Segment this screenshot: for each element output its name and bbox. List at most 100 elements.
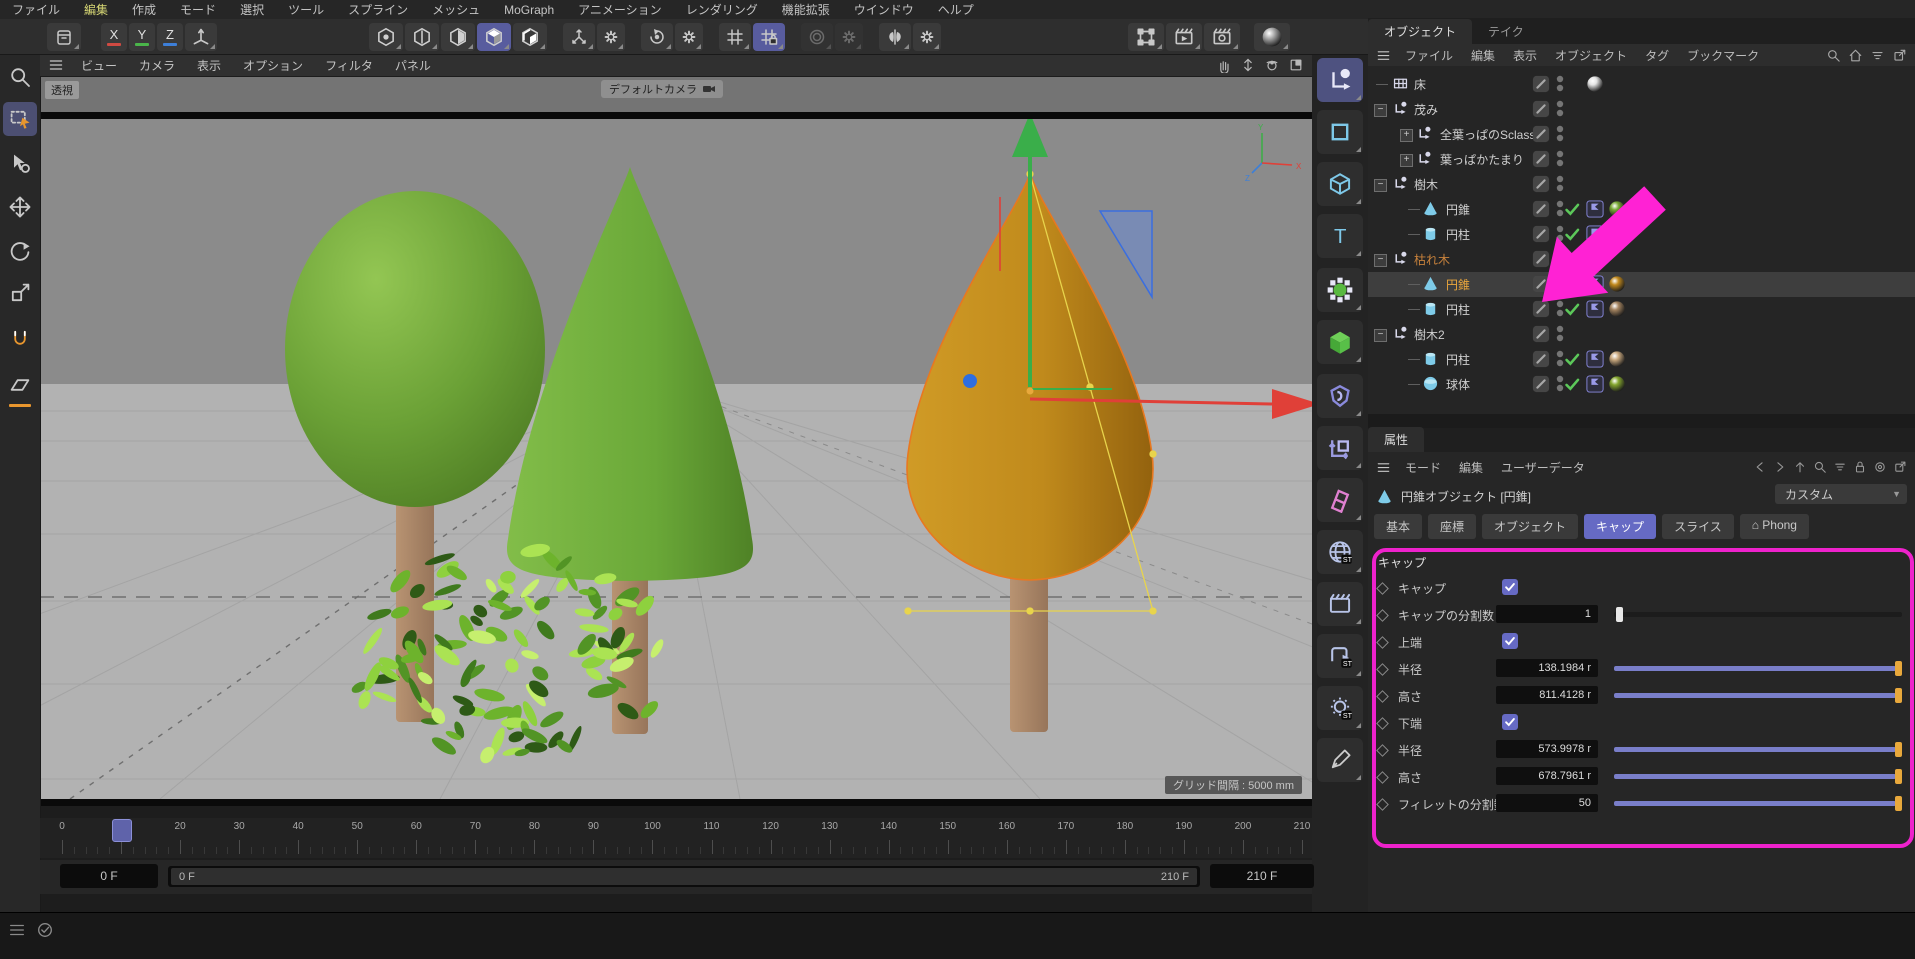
- tree-label[interactable]: 円錐: [1446, 201, 1470, 218]
- target-icon[interactable]: [1873, 460, 1887, 474]
- render-region-icon[interactable]: [1128, 23, 1164, 51]
- visibility-dots-icon[interactable]: [1555, 74, 1565, 94]
- viewport-menu-icon[interactable]: [40, 57, 70, 73]
- tree-label[interactable]: 円柱: [1446, 301, 1470, 318]
- visibility-dots-icon[interactable]: [1555, 174, 1565, 194]
- expand-collapse-icon[interactable]: −: [1374, 179, 1387, 192]
- om-menu-タグ[interactable]: タグ: [1636, 47, 1678, 64]
- tree-label[interactable]: 樹木2: [1414, 326, 1445, 343]
- visibility-dots-icon[interactable]: [1555, 149, 1565, 169]
- enable-snap-icon[interactable]: [3, 322, 37, 356]
- menu-item-編集[interactable]: 編集: [72, 1, 120, 18]
- tree-row-樹木2[interactable]: − 樹木2: [1368, 322, 1915, 347]
- home-icon[interactable]: [1848, 48, 1863, 63]
- tweak-mode-icon[interactable]: [3, 146, 37, 180]
- om-menu-icon[interactable]: [1368, 48, 1396, 63]
- layer-pencil-icon[interactable]: [1532, 350, 1550, 368]
- tree-row-円錐-selected[interactable]: 円錐: [1368, 272, 1915, 297]
- menu-item-機能拡張[interactable]: 機能拡張: [770, 1, 842, 18]
- attr-tab-キャップ[interactable]: キャップ: [1584, 514, 1656, 539]
- material-tag-icon[interactable]: [1608, 200, 1626, 218]
- search-icon[interactable]: [1826, 48, 1841, 63]
- pen-tablet-icon[interactable]: [1317, 738, 1363, 782]
- current-frame-field[interactable]: 0 F: [60, 864, 158, 888]
- object-mode-icon[interactable]: [1317, 110, 1363, 154]
- menu-item-レンダリング[interactable]: レンダリング: [674, 1, 770, 18]
- polygon-mode-icon[interactable]: [1317, 162, 1363, 206]
- grid-snap-icon[interactable]: [719, 23, 751, 51]
- spline-pen-icon[interactable]: [1317, 374, 1363, 418]
- keyframe-diamond-icon[interactable]: [1376, 690, 1389, 703]
- slider-高さ[interactable]: [1614, 693, 1902, 698]
- menu-item-ツール[interactable]: ツール: [276, 1, 336, 18]
- attr-menu-編集[interactable]: 編集: [1450, 459, 1492, 476]
- menu-item-ヘルプ[interactable]: ヘルプ: [926, 1, 986, 18]
- viewport-menu-オプション[interactable]: オプション: [232, 57, 314, 74]
- value-field-フィレットの分割数[interactable]: 50: [1496, 794, 1598, 812]
- tree-row-円柱[interactable]: 円柱: [1368, 297, 1915, 322]
- tree-row-茂み[interactable]: −茂み: [1368, 97, 1915, 122]
- visibility-dots-icon[interactable]: [1555, 249, 1565, 269]
- om-tab-テイク[interactable]: テイク: [1472, 19, 1540, 44]
- material-tag-icon[interactable]: [1608, 350, 1626, 368]
- om-menu-表示[interactable]: 表示: [1504, 47, 1546, 64]
- layer-pencil-icon[interactable]: [1532, 300, 1550, 318]
- tree-row-球体[interactable]: 球体: [1368, 372, 1915, 397]
- layer-pencil-icon[interactable]: [1532, 100, 1550, 118]
- tree-label[interactable]: 枯れ木: [1414, 251, 1450, 268]
- take-st-icon[interactable]: ST: [1317, 634, 1363, 678]
- phong-tag-icon[interactable]: [1586, 375, 1604, 393]
- keyframe-diamond-icon[interactable]: [1376, 582, 1389, 595]
- tree-row-枯れ木[interactable]: − 枯れ木: [1368, 247, 1915, 272]
- tree1-crown[interactable]: [285, 191, 545, 507]
- om-tab-オブジェクト[interactable]: オブジェクト: [1368, 19, 1472, 44]
- phong-tag-icon[interactable]: [1586, 275, 1604, 293]
- value-field-キャップの分割数[interactable]: 1: [1496, 605, 1598, 623]
- value-field-高さ[interactable]: 811.4128 r: [1496, 686, 1598, 704]
- material-ball-icon[interactable]: [1254, 23, 1290, 51]
- pan-hand-icon[interactable]: [1216, 57, 1232, 73]
- grid-snap-lock-icon[interactable]: [753, 23, 785, 51]
- light-st-icon[interactable]: ST: [1317, 686, 1363, 730]
- tree-label[interactable]: 葉っぱかたまり: [1440, 151, 1524, 168]
- tree-row-円柱[interactable]: 円柱: [1368, 222, 1915, 247]
- attr-tab-Phong[interactable]: ⌂ Phong: [1740, 514, 1809, 539]
- slider-キャップの分割数[interactable]: [1614, 612, 1902, 617]
- om-menu-編集[interactable]: 編集: [1462, 47, 1504, 64]
- mograph-mode-icon[interactable]: [1317, 268, 1363, 312]
- layer-pencil-icon[interactable]: [1532, 75, 1550, 93]
- viewport-menu-表示[interactable]: 表示: [186, 57, 232, 74]
- tree-label[interactable]: 茂み: [1414, 101, 1438, 118]
- tree-label[interactable]: 球体: [1446, 376, 1470, 393]
- render-settings-icon[interactable]: [1204, 23, 1240, 51]
- expand-collapse-icon[interactable]: −: [1374, 254, 1387, 267]
- tree-label[interactable]: 樹木: [1414, 176, 1438, 193]
- viewport-menu-カメラ[interactable]: カメラ: [128, 57, 186, 74]
- rotation-gear-icon[interactable]: [675, 23, 703, 51]
- hex-points-icon[interactable]: [369, 23, 403, 51]
- expand-expand-icon[interactable]: +: [1400, 154, 1413, 167]
- scale-tool-icon[interactable]: [3, 276, 37, 310]
- material-tag-icon[interactable]: [1608, 375, 1626, 393]
- enabled-check-icon[interactable]: [1564, 201, 1581, 218]
- expand-collapse-icon[interactable]: −: [1374, 329, 1387, 342]
- tree-row-葉っぱかたまり[interactable]: + 葉っぱかたまり: [1368, 147, 1915, 172]
- attr-menu-モード[interactable]: モード: [1396, 459, 1450, 476]
- menu-item-MoGraph[interactable]: MoGraph: [492, 3, 566, 17]
- live-selection-icon[interactable]: [3, 102, 37, 136]
- lock-icon[interactable]: [1853, 460, 1867, 474]
- enabled-check-icon[interactable]: [1564, 226, 1581, 243]
- menu-item-メッシュ[interactable]: メッシュ: [420, 1, 492, 18]
- tab-attributes[interactable]: 属性: [1368, 427, 1424, 452]
- tree-row-円錐[interactable]: 円錐: [1368, 197, 1915, 222]
- menu-item-選択[interactable]: 選択: [228, 1, 276, 18]
- clapper-icon[interactable]: [1317, 582, 1363, 626]
- attr-tab-スライス[interactable]: スライス: [1662, 514, 1734, 539]
- move-tool-icon[interactable]: [3, 190, 37, 224]
- texture-mode-icon[interactable]: T: [1317, 214, 1363, 258]
- keyframe-diamond-icon[interactable]: [1376, 636, 1389, 649]
- keyframe-diamond-icon[interactable]: [1376, 798, 1389, 811]
- viewport-camera-label[interactable]: デフォルトカメラ: [601, 80, 723, 98]
- enabled-check-icon[interactable]: [1564, 301, 1581, 318]
- layer-pencil-icon[interactable]: [1532, 275, 1550, 293]
